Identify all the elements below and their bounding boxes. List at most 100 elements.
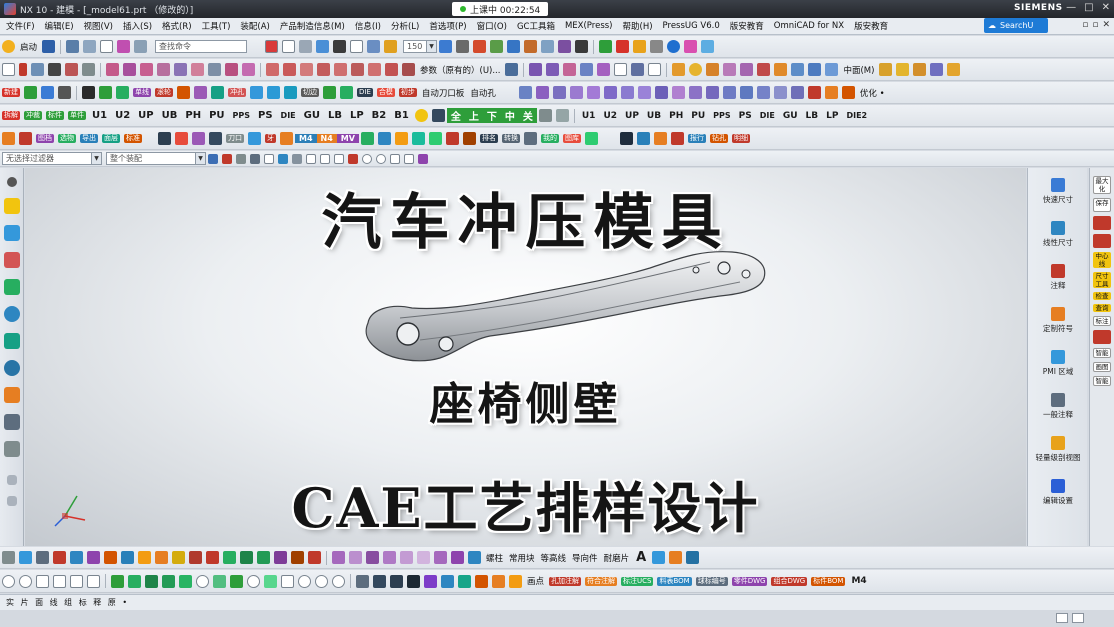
- sketch-j-icon[interactable]: [155, 551, 168, 564]
- ruler-icon[interactable]: [575, 40, 589, 53]
- die-z-icon[interactable]: [722, 86, 736, 99]
- menu-omnicad[interactable]: OmniCAD for NX: [769, 21, 849, 31]
- plugin-d-icon[interactable]: [650, 40, 664, 53]
- auto-edge-plate-label[interactable]: 自动刀口板: [419, 87, 468, 99]
- mold-b-icon[interactable]: [349, 551, 362, 564]
- clock-icon[interactable]: [3, 360, 20, 376]
- sketch-p-icon[interactable]: [257, 551, 270, 564]
- temp-icon[interactable]: [431, 109, 445, 122]
- select-a-icon[interactable]: [208, 153, 218, 164]
- die-a-icon[interactable]: [24, 86, 37, 99]
- circle-a-icon[interactable]: [2, 574, 15, 588]
- point-label[interactable]: 画点: [524, 575, 547, 587]
- tool-d-icon[interactable]: [407, 574, 420, 588]
- part-b2[interactable]: B2: [368, 110, 391, 121]
- die-d-icon[interactable]: [99, 86, 112, 99]
- right-part-u1[interactable]: U1: [578, 111, 600, 121]
- close-button[interactable]: ✕: [1102, 2, 1110, 13]
- fillet-icon[interactable]: [266, 63, 279, 76]
- die-button[interactable]: DIE: [357, 88, 373, 97]
- right-part-ph[interactable]: PH: [665, 111, 687, 121]
- select-button[interactable]: 选物: [58, 134, 76, 143]
- surface-c-icon[interactable]: [563, 63, 577, 76]
- initial-button[interactable]: 初步: [398, 88, 417, 97]
- menu-analysis[interactable]: 分析(L): [386, 20, 424, 32]
- edit-settings-item[interactable]: 编辑设置: [1028, 479, 1088, 506]
- divide-icon[interactable]: [225, 63, 238, 76]
- die-n-icon[interactable]: [518, 86, 532, 99]
- offset-curve-icon[interactable]: [157, 63, 170, 76]
- curve-e-icon[interactable]: [281, 574, 294, 588]
- palette-icon[interactable]: [3, 387, 20, 403]
- spline-icon[interactable]: [82, 63, 95, 76]
- die-ag-icon[interactable]: [841, 86, 855, 99]
- die-w-icon[interactable]: [671, 86, 685, 99]
- break-icon[interactable]: [385, 63, 398, 76]
- right-part-lp[interactable]: LP: [822, 111, 842, 121]
- bridge-icon[interactable]: [191, 63, 204, 76]
- mold-l-icon[interactable]: [686, 551, 700, 564]
- plug-n-icon[interactable]: [523, 132, 537, 145]
- layer-set-icon[interactable]: [538, 109, 552, 122]
- face-layer-button[interactable]: 面层: [102, 134, 120, 143]
- die-ad-icon[interactable]: [790, 86, 804, 99]
- curve-b-icon[interactable]: [53, 574, 66, 588]
- sketch-i-icon[interactable]: [138, 551, 151, 564]
- mold-c-icon[interactable]: [366, 551, 379, 564]
- snap-d-icon[interactable]: [348, 153, 358, 164]
- mdi-restore-button[interactable]: ▫: [1092, 20, 1098, 30]
- cone-icon[interactable]: [723, 63, 737, 76]
- select-f-icon[interactable]: [278, 153, 288, 164]
- curve-a-icon[interactable]: [36, 574, 49, 588]
- m4-button[interactable]: M4: [295, 134, 317, 143]
- select-b-icon[interactable]: [222, 153, 232, 164]
- menu-pmi[interactable]: 产品制造信息(M): [275, 20, 350, 32]
- part-b1[interactable]: B1: [390, 110, 413, 121]
- auto-hole-label[interactable]: 自动孔: [467, 87, 499, 99]
- right-part-lb[interactable]: LB: [802, 111, 823, 121]
- cylinder-icon[interactable]: [706, 63, 720, 76]
- die-y-icon[interactable]: [705, 86, 719, 99]
- selection-filter-combo[interactable]: 无选择过滤器 ▼: [2, 152, 102, 165]
- undo-icon[interactable]: [66, 40, 80, 53]
- params-label[interactable]: 参数（原有的）(U)...: [417, 64, 503, 76]
- mold-k-icon[interactable]: [669, 551, 683, 564]
- save-icon[interactable]: [42, 40, 56, 53]
- right-part-die[interactable]: DIE: [756, 111, 779, 120]
- mold-g-icon[interactable]: [434, 551, 447, 564]
- part-up[interactable]: UP: [134, 110, 157, 121]
- circle-b-icon[interactable]: [19, 574, 32, 588]
- layer-set-b-icon[interactable]: [555, 109, 569, 122]
- feature-icon[interactable]: [507, 40, 521, 53]
- plug-o-icon[interactable]: [584, 132, 598, 145]
- tool-i-icon[interactable]: [492, 574, 505, 588]
- box-icon[interactable]: [672, 63, 686, 76]
- sketch-e-icon[interactable]: [70, 551, 83, 564]
- die-g-icon[interactable]: [194, 86, 207, 99]
- fit-icon[interactable]: [368, 63, 381, 76]
- dim-tools-button[interactable]: 尺寸工具: [1093, 272, 1111, 288]
- die-e-icon[interactable]: [116, 86, 129, 99]
- solid-a-icon[interactable]: [879, 63, 893, 76]
- tool-g-icon[interactable]: [458, 574, 471, 588]
- surface-f-icon[interactable]: [614, 63, 628, 76]
- right-part-die2[interactable]: DIE2: [842, 111, 871, 120]
- shell-icon[interactable]: [808, 63, 822, 76]
- show-middle-button[interactable]: 中: [500, 108, 519, 123]
- pattern-icon[interactable]: [774, 63, 788, 76]
- menu-gc-toolkit[interactable]: GC工具箱: [512, 20, 560, 32]
- sketch-f-icon[interactable]: [87, 551, 100, 564]
- draft-icon[interactable]: [825, 63, 839, 76]
- linear-dimension-item[interactable]: 线性尺寸: [1028, 221, 1088, 248]
- die-p-icon[interactable]: [552, 86, 566, 99]
- minimize-button[interactable]: —: [1066, 2, 1076, 13]
- search-badge[interactable]: ☁ SearchU: [984, 18, 1048, 33]
- grid-icon[interactable]: [282, 40, 296, 53]
- my-button[interactable]: 我的: [540, 134, 559, 143]
- circle-d-icon[interactable]: [247, 574, 260, 588]
- die-k-icon[interactable]: [284, 86, 297, 99]
- plus-icon[interactable]: [48, 63, 61, 76]
- right-part-up[interactable]: UP: [621, 111, 643, 121]
- plug-b-icon[interactable]: [158, 132, 171, 145]
- part-dwg-button[interactable]: 零件DWG: [731, 576, 768, 586]
